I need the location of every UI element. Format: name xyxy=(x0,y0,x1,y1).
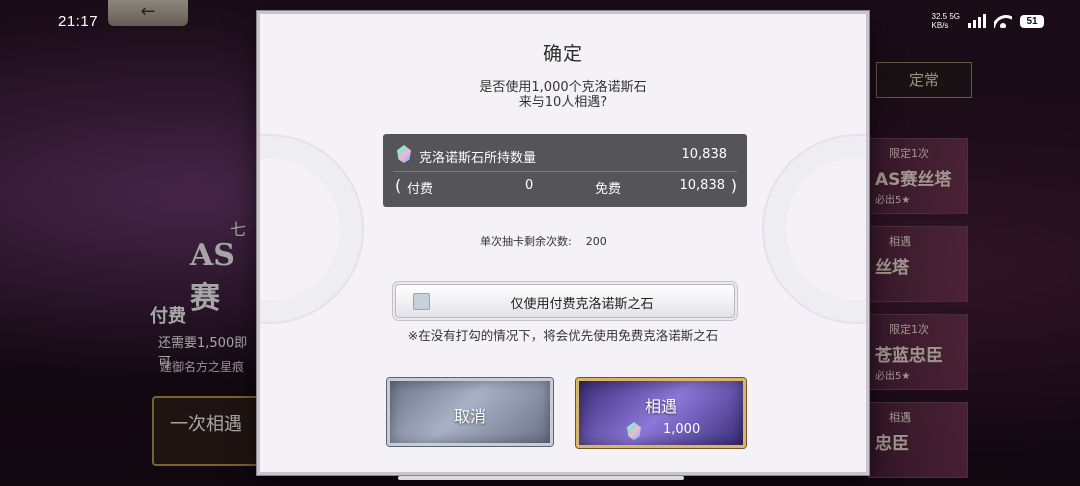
paid-value: 0 xyxy=(525,178,534,193)
dialog-watermark-right xyxy=(762,134,866,324)
paren-close: ) xyxy=(730,176,737,195)
wifi-icon xyxy=(994,14,1012,28)
meet-cost: 1,000 xyxy=(663,422,701,437)
net-speed-value: 32.5 xyxy=(931,12,948,21)
battery-icon: 51 xyxy=(1020,14,1044,28)
status-indicators: 32.5 5G KB/s 51 xyxy=(932,12,1044,30)
remaining-draws-label: 单次抽卡剩余次数: xyxy=(480,235,572,248)
paid-label: 付费 xyxy=(407,182,434,197)
meet-button[interactable]: 相遇 1,000 xyxy=(576,378,746,448)
cancel-button[interactable]: 取消 xyxy=(387,378,553,446)
home-indicator[interactable] xyxy=(398,476,684,480)
network-type: 5G xyxy=(949,12,960,21)
confirm-dialog: 确定 是否使用1,000个克洛诺斯石 来与10人相遇? 克洛诺斯石所持数量 10… xyxy=(257,11,869,475)
dialog-question-line2: 来与10人相遇? xyxy=(518,95,608,110)
chronos-stone-icon xyxy=(397,145,411,163)
paid-only-note: ※在没有打勾的情况下，将会优先使用免费克洛诺斯之石 xyxy=(407,328,719,343)
stones-label: 克洛诺斯石所持数量 xyxy=(419,151,537,166)
meet-button-label: 相遇 xyxy=(644,397,677,416)
dialog-title: 确定 xyxy=(542,43,583,65)
stones-breakdown-row: ( 付费 0 免费 10,838 ) xyxy=(395,176,737,198)
remaining-draws: 单次抽卡剩余次数: 200 xyxy=(480,233,607,249)
signal-icon xyxy=(968,14,986,28)
stones-summary: 克洛诺斯石所持数量 10,838 ( 付费 0 免费 10,838 ) xyxy=(383,134,747,207)
dialog-question-line1: 是否使用1,000个克洛诺斯石 xyxy=(479,80,647,95)
stones-total: 10,838 xyxy=(681,147,728,162)
net-speed-unit: KB/s xyxy=(931,21,949,30)
status-time: 21:17 xyxy=(58,13,99,30)
dialog-question: 是否使用1,000个克洛诺斯石 来与10人相遇? xyxy=(260,80,866,110)
free-value: 10,838 xyxy=(679,178,726,193)
paren-open: ( xyxy=(395,176,402,195)
cancel-button-label: 取消 xyxy=(453,407,486,426)
remaining-draws-value: 200 xyxy=(585,235,607,248)
chronos-stone-icon xyxy=(627,422,641,440)
network-speed: 32.5 5G KB/s xyxy=(932,12,960,30)
stones-divider xyxy=(393,171,737,172)
paid-only-label: 仅使用付费克洛诺斯之石 xyxy=(510,297,654,312)
stones-total-row: 克洛诺斯石所持数量 10,838 xyxy=(395,144,727,166)
free-label: 免费 xyxy=(595,182,622,197)
dialog-watermark-left xyxy=(260,134,364,324)
paid-only-toggle[interactable]: 仅使用付费克洛诺斯之石 xyxy=(395,284,735,318)
